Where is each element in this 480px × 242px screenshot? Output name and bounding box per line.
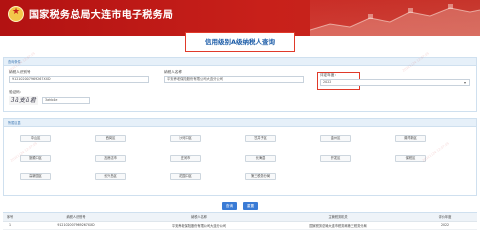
cell-taxpayer-id: 912102007969267XXD xyxy=(17,221,135,230)
region-button-ganjingzi[interactable]: 甘井子区 xyxy=(245,135,276,142)
results-header-row: 序号 纳税人识别号 纳税人名称 主管税务机关 评价年度 xyxy=(3,213,477,222)
site-header: 国家税务总局大连市电子税务局 xyxy=(0,0,480,36)
assessment-year-value: 2022 xyxy=(323,80,332,84)
column-header-taxpayer-name: 纳税人名称 xyxy=(135,213,263,222)
assessment-year-label: 评定年度： xyxy=(320,73,338,77)
region-button-third-branch[interactable]: 第三税务分局 xyxy=(245,173,276,180)
results-table: 序号 纳税人识别号 纳税人名称 主管税务机关 评价年度 1 9121020079… xyxy=(3,213,477,230)
cell-year: 2022 xyxy=(413,221,477,230)
query-conditions-heading: 查询条件 xyxy=(4,58,476,66)
search-button[interactable]: 查询 xyxy=(222,202,237,210)
results-table-container: 序号 纳税人识别号 纳税人名称 主管税务机关 评价年度 1 9121020079… xyxy=(3,212,477,230)
column-header-taxpayer-id: 纳税人识别号 xyxy=(17,213,135,222)
region-heading: 所属区县 xyxy=(4,119,476,127)
chevron-down-icon: ▾ xyxy=(463,80,466,85)
region-button-changxingdao[interactable]: 长兴岛区 xyxy=(95,173,126,180)
reset-button[interactable]: 重置 xyxy=(243,202,258,210)
region-button-jinzhou[interactable]: 金州区 xyxy=(320,135,351,142)
great-wall-illustration xyxy=(310,4,480,36)
region-button-xigang[interactable]: 西岗区 xyxy=(95,135,126,142)
great-wall-banner xyxy=(310,0,480,36)
region-button-zhuanghe[interactable]: 庄河市 xyxy=(170,155,201,162)
region-button-puwan[interactable]: 普湾新区 xyxy=(395,135,426,142)
column-header-year: 评价年度 xyxy=(413,213,477,222)
table-row: 1 912102007969267XXD 平安养老保险股份有限公司大连分公司 国… xyxy=(3,221,477,230)
region-button-wafangdian[interactable]: 瓦房店市 xyxy=(95,155,126,162)
captcha-input[interactable]: 3ahb4e xyxy=(42,97,90,104)
column-header-index: 序号 xyxy=(3,213,17,222)
region-button-baoshuiqu[interactable]: 保税区 xyxy=(395,155,426,162)
page-title-frame: 信用级别A级纳税人查询 xyxy=(185,32,295,52)
taxpayer-id-input[interactable]: 912102007969267XXD xyxy=(9,76,149,83)
column-header-tax-authority: 主管税务机关 xyxy=(263,213,413,222)
captcha-image[interactable]: 3ā支ā君 xyxy=(9,96,38,105)
taxpayer-id-label: 纳税人识别号 xyxy=(9,70,31,74)
region-button-kaifaqu[interactable]: 开发区 xyxy=(320,155,351,162)
site-title: 国家税务总局大连市电子税务局 xyxy=(29,10,174,21)
page-title: 信用级别A级纳税人查询 xyxy=(204,38,276,46)
region-button-zhongshan[interactable]: 中山区 xyxy=(20,135,51,142)
cell-taxpayer-name: 平安养老保险股份有限公司大连分公司 xyxy=(135,221,263,230)
region-button-changhai[interactable]: 长海县 xyxy=(245,155,276,162)
cell-index: 1 xyxy=(3,221,17,230)
region-button-huayuankou[interactable]: 花园口区 xyxy=(170,173,201,180)
tax-emblem-icon xyxy=(8,6,24,22)
region-button-lvshunkou[interactable]: 旅顺口区 xyxy=(20,155,51,162)
region-button-shahekou[interactable]: 沙河口区 xyxy=(170,135,201,142)
taxpayer-name-label: 纳税人名称 xyxy=(164,70,182,74)
assessment-year-select[interactable]: 2022 ▾ xyxy=(320,79,470,86)
captcha-label: 验证码： xyxy=(9,90,24,94)
taxpayer-name-input[interactable]: 平安养老保险股份有限公司大连分公司 xyxy=(164,76,304,83)
cell-tax-authority: 国家税务总局大连市税务局第三税务分局 xyxy=(263,221,413,230)
region-button-gaoxin[interactable]: 高新园区 xyxy=(20,173,51,180)
